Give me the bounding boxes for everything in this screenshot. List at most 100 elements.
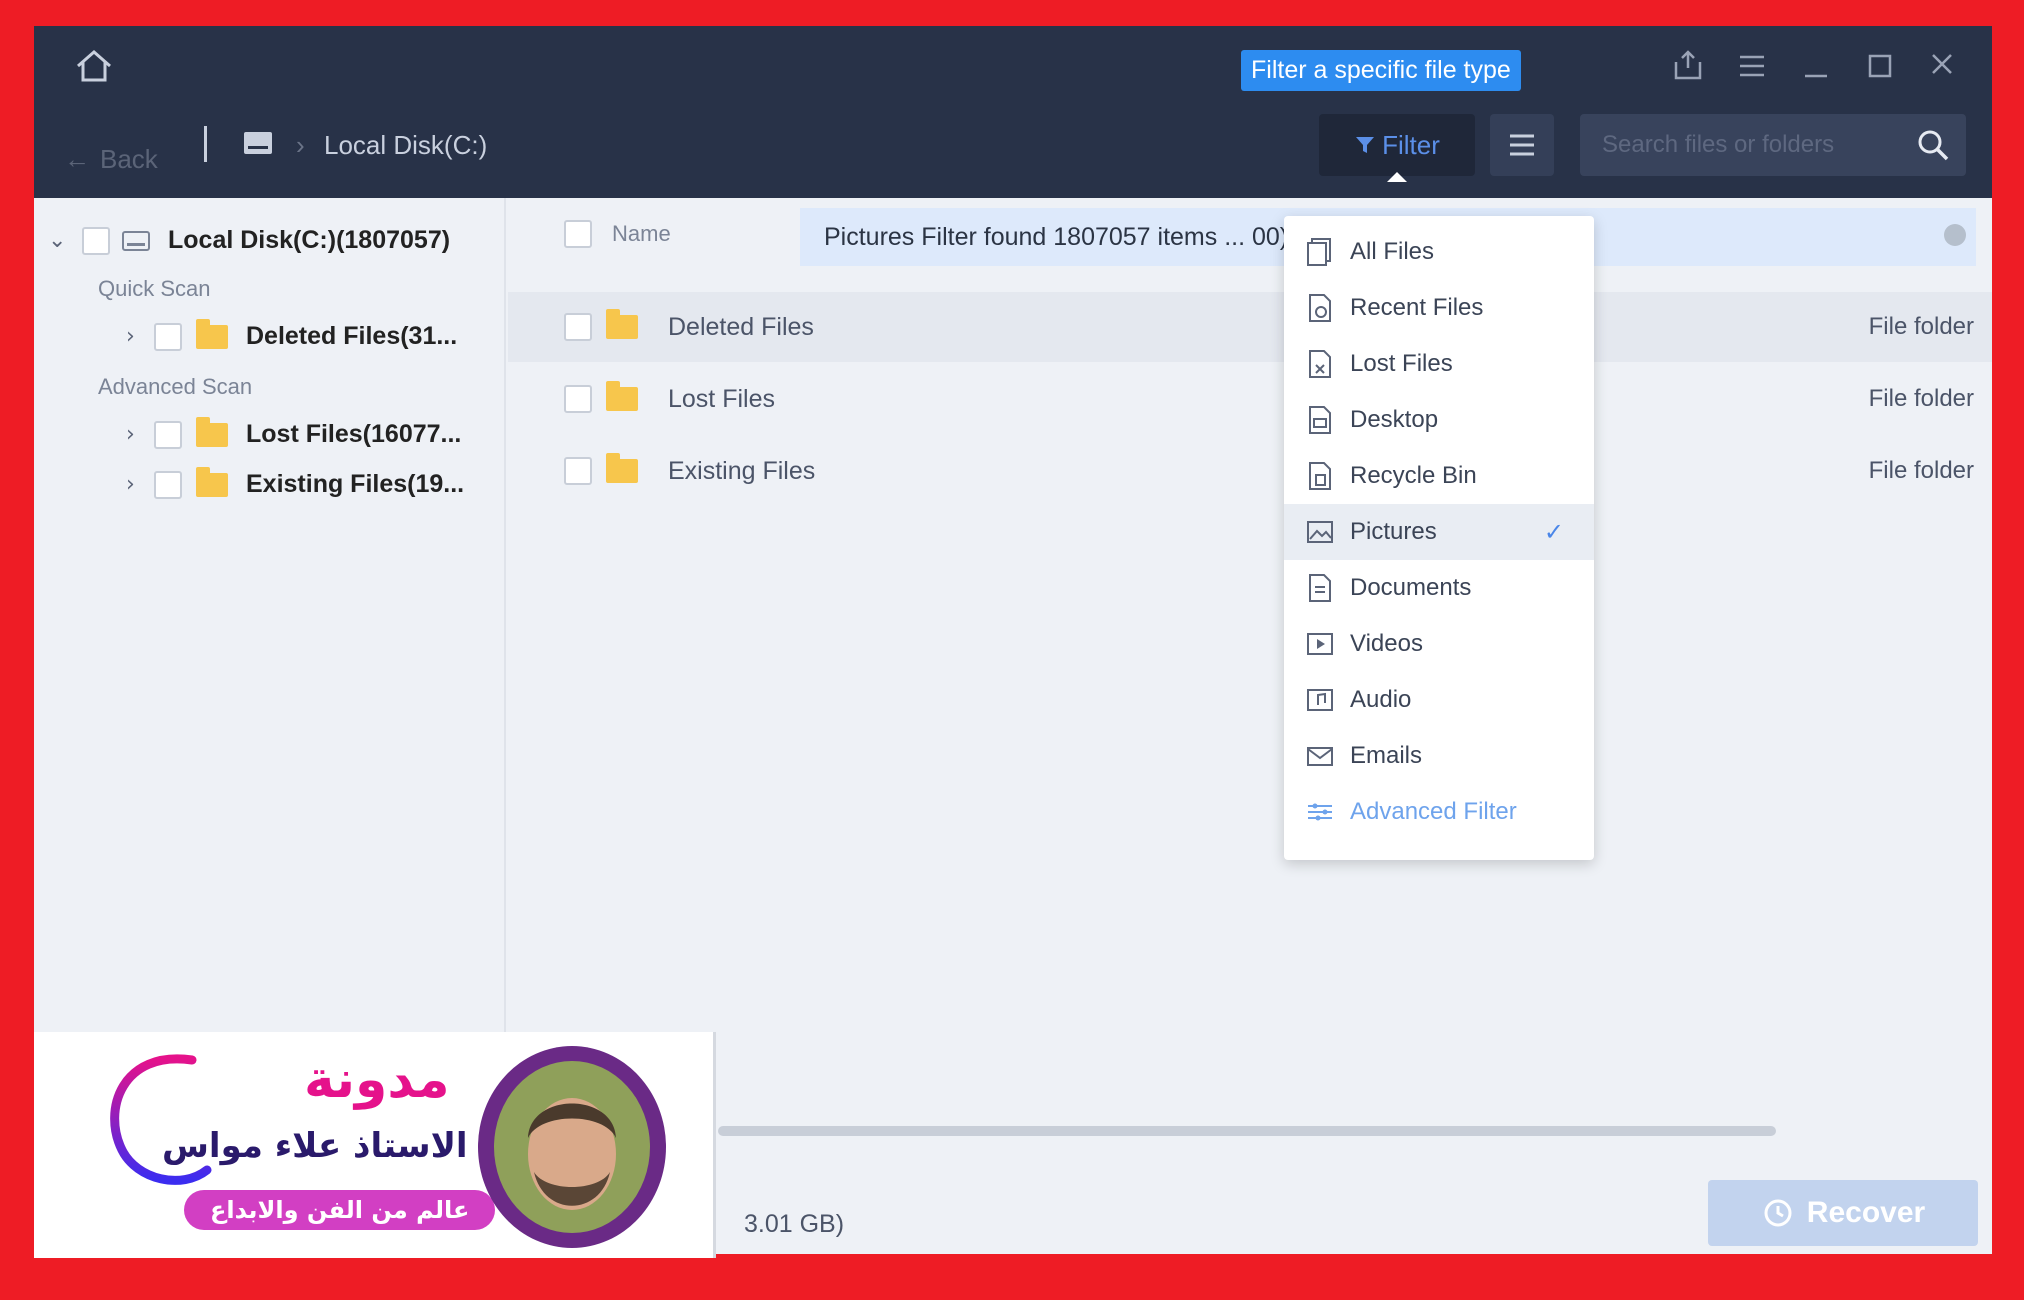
row-type: File folder	[1868, 313, 1974, 340]
table-row[interactable]: Lost Files File folder	[508, 364, 1992, 434]
row-type: File folder	[1868, 457, 1974, 484]
desktop-file-icon	[1309, 406, 1331, 434]
folder-icon	[606, 453, 638, 483]
tree-root[interactable]: ⌄ Local Disk(C:)(1807057)	[48, 226, 450, 255]
blog-author: الاستاذ علاء مواس	[162, 1126, 468, 1166]
list-header: Name Pictures Filter found 1807057 items…	[508, 198, 1992, 270]
header-select: Name	[564, 220, 671, 248]
recover-label: Recover	[1806, 1196, 1926, 1229]
toolbar-divider	[204, 126, 207, 162]
view-list-button[interactable]	[1490, 114, 1554, 176]
blog-logo-overlay: مدونة الاستاذ علاء مواس عالم من الفن وال…	[34, 1032, 716, 1258]
menu-item-advanced-filter[interactable]: Advanced Filter	[1284, 784, 1594, 840]
chevron-down-icon[interactable]: ⌄	[48, 228, 72, 253]
menu-item-label: Emails	[1350, 742, 1423, 769]
export-icon[interactable]	[1670, 48, 1706, 84]
table-row[interactable]: Deleted Files File folder	[508, 292, 1992, 362]
row-checkbox[interactable]	[564, 385, 592, 413]
dropdown-pointer	[1387, 172, 1407, 182]
minimize-icon[interactable]	[1798, 48, 1834, 84]
row-name: Lost Files	[668, 384, 775, 413]
advanced-scan-label: Advanced Scan	[98, 374, 253, 399]
menu-item-videos[interactable]: Videos	[1284, 616, 1594, 672]
menu-item-audio[interactable]: Audio	[1284, 672, 1594, 728]
tree-item-deleted[interactable]: › Deleted Files(31...	[126, 318, 457, 351]
row-checkbox[interactable]	[564, 457, 592, 485]
menu-item-lost-files[interactable]: Lost Files	[1284, 336, 1594, 392]
horizontal-scrollbar[interactable]	[718, 1126, 1776, 1136]
menu-item-label: Audio	[1350, 686, 1412, 713]
filter-button[interactable]: Filter	[1319, 114, 1475, 176]
document-icon	[1309, 574, 1331, 602]
banner-text: Pictures Filter found 1807057 items ... …	[824, 222, 1289, 251]
menu-item-label: Recycle Bin	[1350, 462, 1477, 489]
menu-item-all-files[interactable]: All Files	[1284, 224, 1594, 280]
table-row[interactable]: Existing Files File folder	[508, 436, 1992, 506]
checkmark-icon: ✓	[1543, 518, 1564, 546]
disk-icon	[122, 230, 150, 251]
folder-icon	[606, 309, 638, 339]
recover-button[interactable]: Recover	[1708, 1180, 1978, 1246]
arrow-left-icon: ←	[64, 144, 90, 174]
row-name: Existing Files	[668, 456, 816, 485]
menu-item-label: Documents	[1350, 574, 1472, 601]
folder-icon	[606, 381, 638, 411]
file-type-dropdown: All Files Recent Files Lost Files Deskto…	[1284, 216, 1594, 860]
filter-tooltip: Filter a specific file type	[1241, 50, 1521, 91]
filter-label: Filter	[1382, 129, 1440, 160]
audio-icon	[1307, 689, 1333, 711]
menu-item-label: All Files	[1350, 238, 1435, 265]
back-label: Back	[100, 144, 158, 174]
menu-item-pictures[interactable]: Pictures ✓	[1284, 504, 1594, 560]
chevron-right-icon[interactable]: ›	[126, 472, 150, 497]
row-type: File folder	[1868, 385, 1974, 412]
root-checkbox[interactable]	[82, 226, 110, 255]
search-input[interactable]	[1602, 128, 1902, 162]
tree-item-lost[interactable]: › Lost Files(16077...	[126, 416, 461, 449]
search-icon[interactable]	[1916, 128, 1950, 162]
menu-item-documents[interactable]: Documents	[1284, 560, 1594, 616]
row-checkbox[interactable]	[564, 313, 592, 341]
disk-icon	[244, 132, 272, 154]
menu-icon[interactable]	[1734, 48, 1770, 84]
back-button[interactable]: ← Back	[64, 144, 158, 175]
home-icon[interactable]	[72, 44, 116, 88]
existing-checkbox[interactable]	[154, 470, 182, 499]
selection-size: 3.01 GB)	[744, 1210, 845, 1238]
folder-icon	[196, 466, 228, 497]
menu-item-label: Recent Files	[1350, 294, 1484, 321]
close-banner-icon[interactable]	[1944, 224, 1966, 246]
name-column-header[interactable]: Name	[612, 221, 671, 247]
menu-item-recent-files[interactable]: Recent Files	[1284, 280, 1594, 336]
deleted-checkbox[interactable]	[154, 322, 182, 351]
maximize-icon[interactable]	[1862, 48, 1898, 84]
sliders-icon	[1308, 803, 1332, 821]
tree-item-existing[interactable]: › Existing Files(19...	[126, 466, 464, 499]
avatar	[478, 1046, 666, 1248]
menu-item-recycle-bin[interactable]: Recycle Bin	[1284, 448, 1594, 504]
menu-item-label: Advanced Filter	[1350, 798, 1517, 825]
funnel-icon	[1356, 137, 1375, 153]
row-name: Deleted Files	[668, 312, 814, 341]
select-all-checkbox[interactable]	[564, 220, 592, 248]
lost-checkbox[interactable]	[154, 420, 182, 449]
blog-title: مدونة	[304, 1050, 450, 1110]
email-icon	[1307, 747, 1333, 766]
menu-item-desktop[interactable]: Desktop	[1284, 392, 1594, 448]
title-bar: Filter a specific file type ← Back › Loc…	[34, 26, 1992, 198]
recent-file-icon	[1309, 294, 1331, 322]
search-box[interactable]	[1580, 114, 1966, 176]
chevron-right-icon[interactable]: ›	[126, 422, 150, 447]
lost-file-icon	[1309, 350, 1331, 378]
menu-item-label: Lost Files	[1350, 350, 1453, 377]
list-view-icon	[1510, 134, 1534, 156]
recycle-bin-icon	[1309, 462, 1331, 490]
video-icon	[1307, 633, 1333, 655]
menu-item-label: Desktop	[1350, 406, 1439, 433]
chevron-right-icon[interactable]: ›	[126, 324, 150, 349]
breadcrumb[interactable]: Local Disk(C:)	[324, 130, 487, 161]
quick-scan-label: Quick Scan	[98, 276, 211, 301]
close-icon[interactable]	[1924, 46, 1960, 82]
files-icon	[1307, 238, 1331, 266]
menu-item-emails[interactable]: Emails	[1284, 728, 1594, 784]
